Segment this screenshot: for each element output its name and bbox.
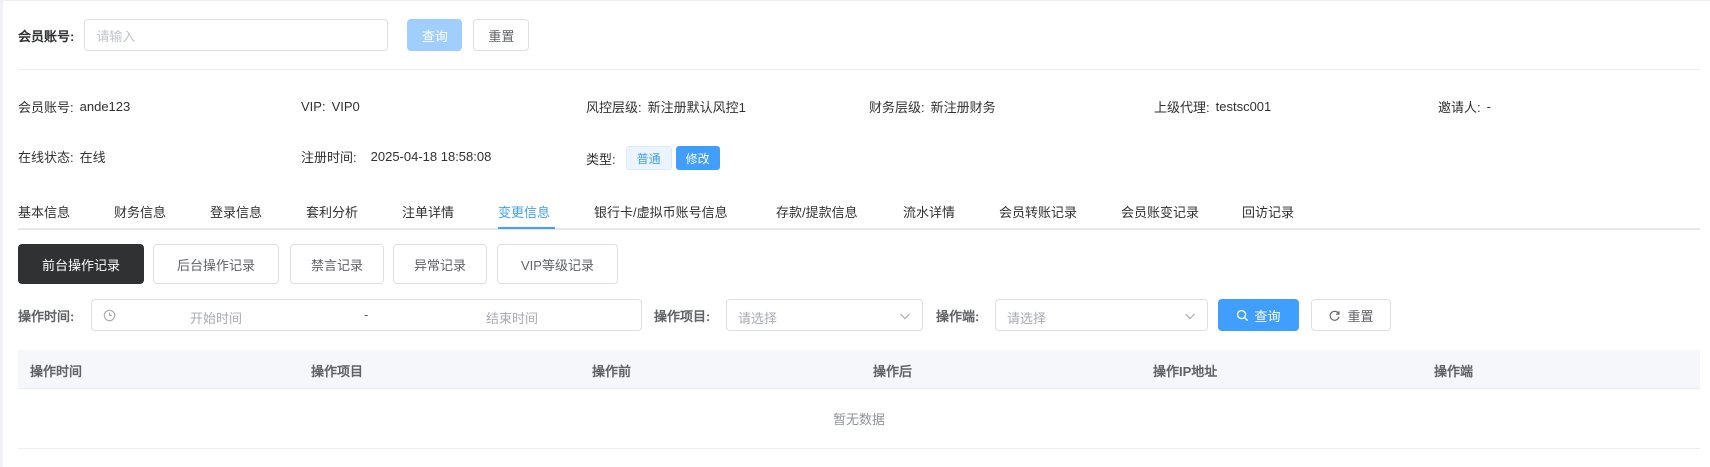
subtab-mute-records[interactable]: 禁言记录: [290, 244, 384, 284]
tab-change-info[interactable]: 变更信息: [498, 202, 550, 221]
tab-login-info[interactable]: 登录信息: [210, 202, 262, 221]
op-client-placeholder: 请选择: [1007, 311, 1047, 326]
table-body: 暂无数据: [18, 389, 1700, 449]
detail-tabs: 基本信息 财务信息 登录信息 套利分析 注单详情 变更信息 银行卡/虚拟币账号信…: [18, 196, 1700, 230]
info-register-value: 2025-04-18 18:58:08: [370, 148, 492, 164]
filter-query-button[interactable]: 查询: [1218, 299, 1299, 331]
search-icon: [1237, 309, 1249, 321]
filter-query-label: 查询: [1254, 308, 1281, 324]
info-agent-label: 上级代理:: [1154, 99, 1210, 115]
range-separator: -: [364, 307, 369, 322]
subtab-abnormal-records[interactable]: 异常记录: [393, 244, 487, 284]
account-query-button[interactable]: 查询: [407, 19, 463, 51]
account-reset-button[interactable]: 重置: [473, 19, 530, 51]
info-vip-label: VIP:: [301, 98, 326, 114]
filter-reset-label: 重置: [1347, 308, 1374, 324]
col-op-ip: 操作IP地址: [1153, 364, 1218, 379]
range-end-placeholder: 结束时间: [486, 311, 539, 326]
op-client-label: 操作端:: [936, 309, 980, 324]
tab-deposit-withdraw[interactable]: 存款/提款信息: [776, 202, 858, 221]
col-before: 操作前: [592, 364, 632, 379]
info-vip-value: VIP0: [331, 98, 360, 114]
left-border: [0, 0, 3, 467]
info-online-status: 在线状态: 在线: [18, 146, 106, 166]
tab-arbitrage-analysis[interactable]: 套利分析: [306, 202, 358, 221]
chevron-down-icon: [1185, 313, 1195, 320]
subtab-backend-ops[interactable]: 后台操作记录: [153, 244, 279, 284]
op-client-select[interactable]: 请选择: [995, 299, 1208, 331]
account-search-placeholder: 请输入: [96, 28, 136, 44]
account-query-button-label: 查询: [421, 28, 448, 44]
info-online-label: 在线状态:: [18, 149, 74, 165]
col-after: 操作后: [873, 364, 913, 379]
account-reset-button-label: 重置: [488, 28, 515, 44]
info-vip: VIP: VIP0: [301, 96, 360, 116]
type-tag: 普通: [625, 146, 672, 170]
info-inviter: 邀请人: -: [1438, 96, 1491, 116]
clock-icon: [103, 309, 116, 322]
section-divider: [18, 69, 1700, 70]
col-op-time: 操作时间: [30, 364, 83, 379]
tab-balance-change-records[interactable]: 会员账变记录: [1121, 202, 1199, 221]
info-online-value: 在线: [79, 149, 106, 165]
tab-bank-crypto-accounts[interactable]: 银行卡/虚拟币账号信息: [594, 202, 728, 221]
op-item-label: 操作项目:: [654, 309, 711, 324]
op-time-label: 操作时间:: [18, 309, 75, 324]
col-op-item: 操作项目: [311, 364, 364, 379]
info-agent-value: testsc001: [1215, 98, 1272, 114]
info-inviter-value: -: [1486, 98, 1491, 114]
account-search-input[interactable]: 请输入: [84, 19, 389, 51]
info-register-time: 注册时间: 2025-04-18 18:58:08: [301, 146, 491, 166]
info-type-label: 类型:: [586, 151, 616, 167]
type-edit-button[interactable]: 修改: [675, 146, 720, 170]
tab-turnover-details[interactable]: 流水详情: [903, 202, 955, 221]
info-finance-level: 财务层级: 新注册财务: [869, 96, 996, 116]
info-parent-agent: 上级代理: testsc001: [1154, 96, 1271, 116]
filter-reset-button[interactable]: 重置: [1311, 299, 1391, 331]
account-search-row: 会员账号: 请输入 查询 重置: [18, 19, 530, 51]
info-type: 类型: 普通 修改: [586, 146, 720, 170]
tab-bet-details[interactable]: 注单详情: [402, 202, 454, 221]
op-item-placeholder: 请选择: [738, 311, 778, 326]
info-account-value: ande123: [79, 98, 131, 114]
tab-finance-info[interactable]: 财务信息: [114, 202, 166, 221]
info-risk-value: 新注册默认风控1: [647, 99, 746, 115]
tab-follow-up-records[interactable]: 回访记录: [1242, 202, 1294, 221]
info-finance-label: 财务层级:: [869, 99, 925, 115]
subtab-frontend-ops[interactable]: 前台操作记录: [18, 244, 144, 284]
refresh-icon: [1330, 310, 1340, 321]
op-time-range-picker[interactable]: 开始时间 - 结束时间: [91, 299, 642, 331]
tab-basic-info[interactable]: 基本信息: [18, 202, 70, 221]
info-register-label: 注册时间:: [301, 149, 357, 165]
table-empty-text: 暂无数据: [832, 412, 885, 427]
info-finance-value: 新注册财务: [930, 99, 996, 115]
info-account: 会员账号: ande123: [18, 96, 130, 116]
info-risk-level: 风控层级: 新注册默认风控1: [586, 96, 746, 116]
account-search-label: 会员账号:: [18, 28, 75, 44]
chevron-down-icon: [900, 313, 910, 320]
tab-transfer-records[interactable]: 会员转账记录: [999, 202, 1077, 221]
subtab-vip-level-records[interactable]: VIP等级记录: [497, 244, 618, 284]
top-border: [0, 0, 1710, 1]
op-item-select[interactable]: 请选择: [726, 299, 923, 331]
range-start-placeholder: 开始时间: [190, 311, 243, 326]
col-op-client: 操作端: [1434, 364, 1474, 379]
active-tab-indicator: [498, 227, 555, 229]
table-header: 操作时间 操作项目 操作前 操作后 操作IP地址 操作端: [18, 350, 1700, 389]
info-risk-label: 风控层级:: [586, 99, 642, 115]
info-account-label: 会员账号:: [18, 99, 74, 115]
info-inviter-label: 邀请人:: [1438, 99, 1481, 115]
